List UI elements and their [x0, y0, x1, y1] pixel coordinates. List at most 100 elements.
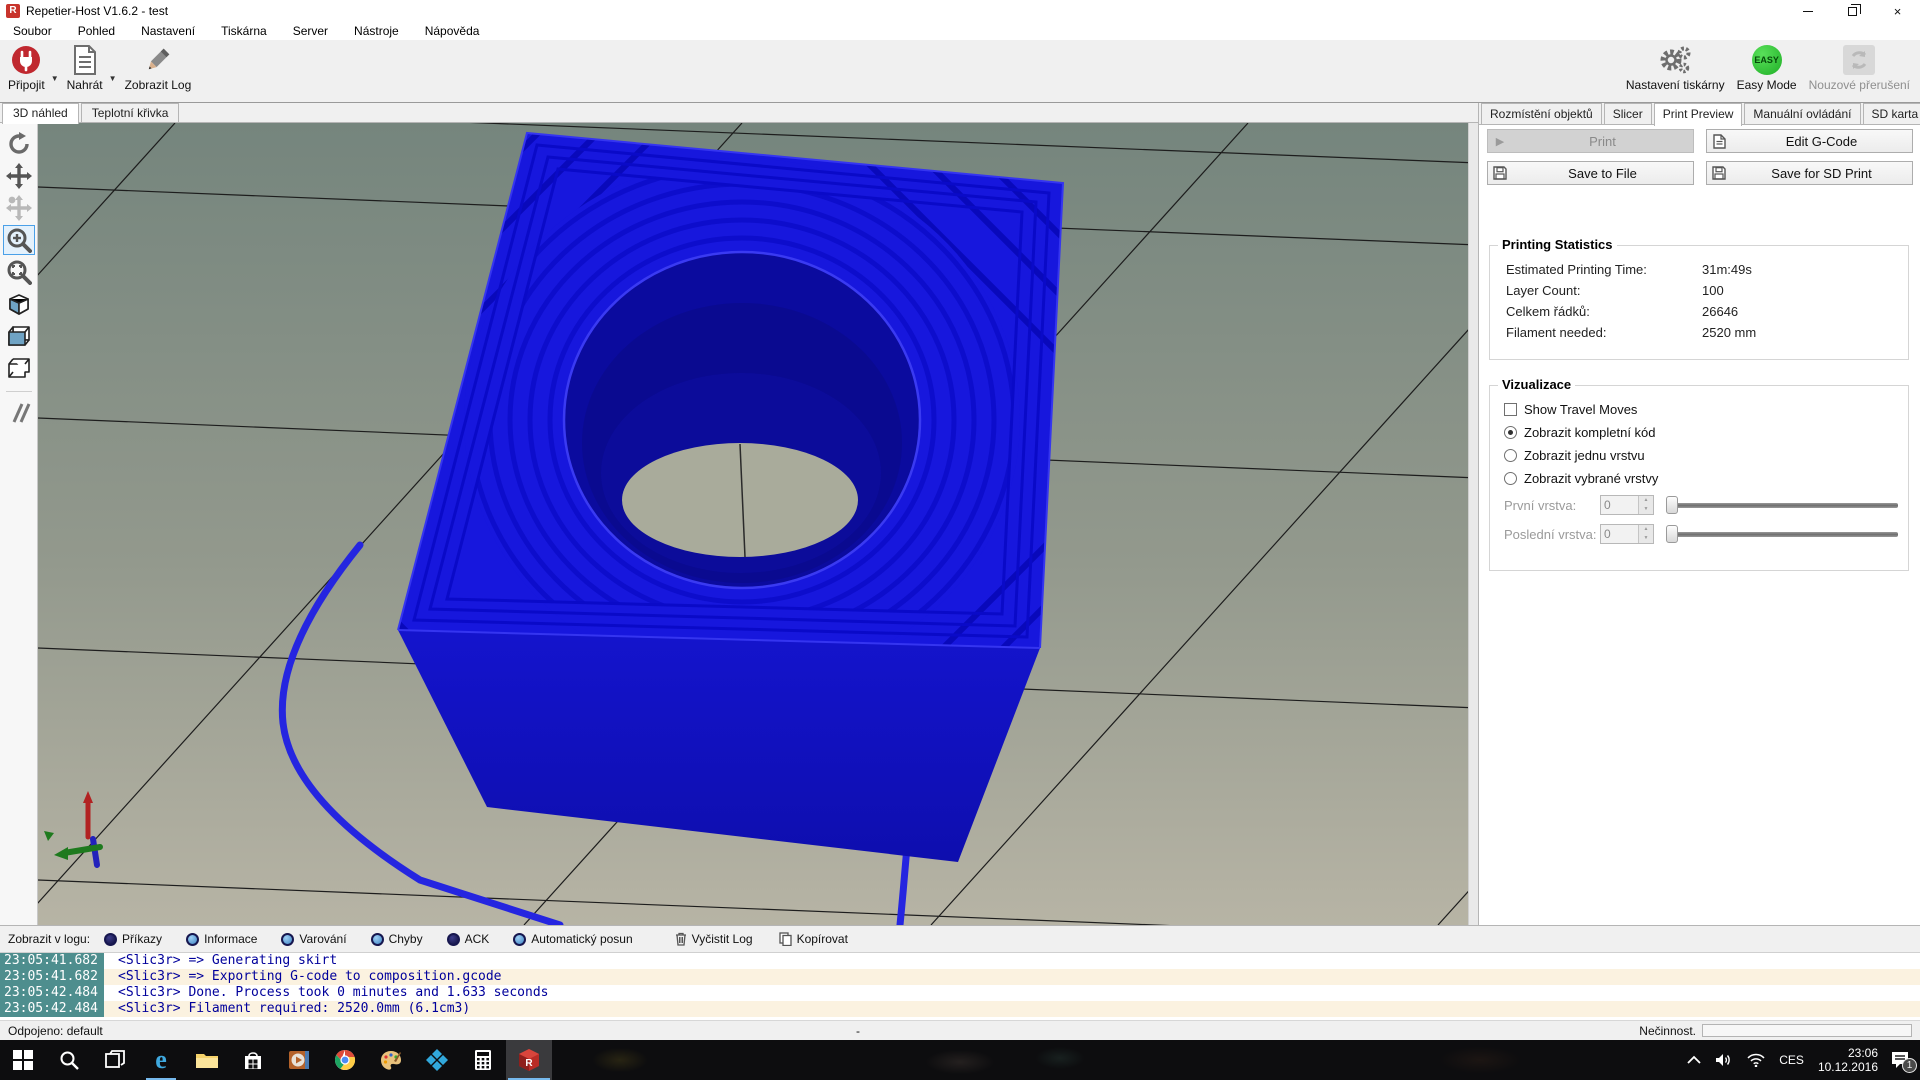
printer-settings-button[interactable]: Nastavení tiskárny [1620, 40, 1731, 92]
rotate-view-button[interactable] [3, 129, 35, 159]
rotate-icon [6, 131, 32, 157]
tab-object-placement[interactable]: Rozmístění objektů [1481, 103, 1602, 124]
load-dropdown-caret[interactable]: ▼ [109, 74, 117, 83]
tab-slicer[interactable]: Slicer [1604, 103, 1652, 124]
slider-thumb[interactable] [1666, 525, 1678, 543]
restore-button[interactable] [1830, 0, 1875, 22]
show-layer-range-radio[interactable] [1504, 472, 1517, 485]
windows-taskbar: e R [0, 1040, 1920, 1080]
folder-icon [195, 1050, 219, 1070]
show-complete-code-label: Zobrazit kompletní kód [1524, 425, 1656, 440]
move-object-button[interactable] [3, 161, 35, 191]
log-toggle-errors[interactable]: Chyby [371, 932, 423, 946]
easy-mode-button[interactable]: EASY Easy Mode [1731, 40, 1803, 92]
save-to-file-button[interactable]: Save to File [1487, 161, 1694, 185]
taskbar-explorer-icon[interactable] [184, 1040, 230, 1080]
spin-up-icon[interactable]: ▲ [1639, 525, 1653, 534]
move-viewpoint-button[interactable] [3, 193, 35, 223]
taskbar-clock[interactable]: 23:06 10.12.2016 [1818, 1046, 1878, 1074]
show-complete-code-radio[interactable] [1504, 426, 1517, 439]
first-layer-spinner[interactable]: 0 ▲▼ [1600, 495, 1654, 515]
connect-button[interactable]: Připojit [2, 40, 51, 92]
tab-3d-view[interactable]: 3D náhled [2, 103, 79, 124]
show-single-layer-radio[interactable] [1504, 449, 1517, 462]
log-toggle-warnings[interactable]: Varování [281, 932, 346, 946]
minimize-button[interactable] [1785, 0, 1830, 22]
clear-log-button[interactable]: Vyčistit Log [675, 932, 753, 946]
show-travel-moves-checkbox[interactable] [1504, 403, 1517, 416]
load-button[interactable]: Nahrát [61, 40, 109, 92]
tab-print-preview[interactable]: Print Preview [1654, 103, 1743, 126]
show-complete-code-row[interactable]: Zobrazit kompletní kód [1504, 425, 1908, 440]
move-icon [6, 163, 32, 189]
taskbar-media-icon[interactable] [276, 1040, 322, 1080]
isometric-view-button[interactable] [3, 289, 35, 319]
front-view-button[interactable] [3, 321, 35, 351]
spin-down-icon[interactable]: ▼ [1639, 505, 1653, 514]
menu-server[interactable]: Server [280, 22, 341, 40]
3d-viewport[interactable] [38, 123, 1478, 925]
tab-sd-card[interactable]: SD karta [1863, 103, 1920, 124]
visualization-title: Vizualizace [1498, 377, 1575, 392]
log-toggle-info[interactable]: Informace [186, 932, 257, 946]
zoom-view-button[interactable] [3, 225, 35, 255]
tray-chevron-icon[interactable] [1687, 1055, 1701, 1065]
task-view-button[interactable] [92, 1040, 138, 1080]
tab-temperature-curve[interactable]: Teplotní křivka [81, 103, 180, 122]
language-indicator[interactable]: CES [1779, 1053, 1804, 1067]
spin-up-icon[interactable]: ▲ [1639, 496, 1653, 505]
taskbar-edge-icon[interactable]: e [138, 1040, 184, 1080]
taskbar-chrome-icon[interactable] [322, 1040, 368, 1080]
log-output[interactable]: 23:05:41.682<Slic3r> => Generating skirt… [0, 953, 1920, 1020]
log-timestamp: 23:05:42.484 [0, 1001, 104, 1017]
notification-badge: 1 [1902, 1058, 1917, 1073]
log-toggle-commands[interactable]: Příkazy [104, 932, 162, 946]
spin-down-icon[interactable]: ▼ [1639, 534, 1653, 543]
save-icon [1488, 166, 1512, 180]
first-layer-slider[interactable] [1666, 496, 1898, 514]
parallel-projection-button[interactable] [3, 398, 35, 428]
show-log-button[interactable]: Zobrazit Log [119, 40, 198, 92]
menu-napoveda[interactable]: Nápověda [412, 22, 493, 40]
taskbar-calculator-icon[interactable] [460, 1040, 506, 1080]
log-toggle-ack[interactable]: ACK [447, 932, 490, 946]
last-layer-slider[interactable] [1666, 525, 1898, 543]
close-button[interactable]: × [1875, 0, 1920, 22]
menu-soubor[interactable]: Soubor [0, 22, 65, 40]
taskbar-kodi-icon[interactable] [414, 1040, 460, 1080]
log-line: 23:05:41.682<Slic3r> => Generating skirt [0, 953, 1920, 969]
slider-thumb[interactable] [1666, 496, 1678, 514]
wifi-icon[interactable] [1747, 1053, 1765, 1067]
menu-pohled[interactable]: Pohled [65, 22, 128, 40]
title-bar[interactable]: R Repetier-Host V1.6.2 - test × [0, 0, 1920, 22]
stat-value: 26646 [1702, 304, 1738, 319]
taskbar-store-icon[interactable] [230, 1040, 276, 1080]
edit-gcode-button[interactable]: Edit G-Code [1706, 129, 1913, 153]
menu-tiskarna[interactable]: Tiskárna [208, 22, 280, 40]
taskbar-search-button[interactable] [46, 1040, 92, 1080]
start-button[interactable] [0, 1040, 46, 1080]
last-layer-spinner[interactable]: 0 ▲▼ [1600, 524, 1654, 544]
tab-manual-control[interactable]: Manuální ovládání [1744, 103, 1860, 124]
show-single-layer-row[interactable]: Zobrazit jednu vrstvu [1504, 448, 1908, 463]
show-layer-range-row[interactable]: Zobrazit vybrané vrstvy [1504, 471, 1908, 486]
printing-statistics-title: Printing Statistics [1498, 237, 1617, 252]
volume-icon[interactable] [1715, 1053, 1733, 1067]
repetier-host-window: R Repetier-Host V1.6.2 - test × Soubor P… [0, 0, 1920, 1080]
menu-nastaveni[interactable]: Nastavení [128, 22, 208, 40]
taskbar-repetier-icon[interactable]: R [506, 1040, 552, 1080]
action-center-button[interactable]: 1 [1890, 1051, 1910, 1069]
panel-divider[interactable] [1468, 123, 1478, 925]
connect-dropdown-caret[interactable]: ▼ [51, 74, 59, 83]
show-travel-moves-row[interactable]: Show Travel Moves [1504, 402, 1908, 417]
save-for-sd-button[interactable]: Save for SD Print [1706, 161, 1913, 185]
log-toggle-autoscroll[interactable]: Automatický posun [513, 932, 632, 946]
top-view-button[interactable] [3, 353, 35, 383]
connect-label: Připojit [8, 78, 45, 92]
copy-log-button[interactable]: Kopírovat [779, 932, 848, 946]
menu-nastroje[interactable]: Nástroje [341, 22, 412, 40]
fit-view-button[interactable] [3, 257, 35, 287]
connection-status: Odpojeno: default [8, 1024, 103, 1038]
svg-text:R: R [525, 1058, 533, 1069]
taskbar-paint-icon[interactable] [368, 1040, 414, 1080]
